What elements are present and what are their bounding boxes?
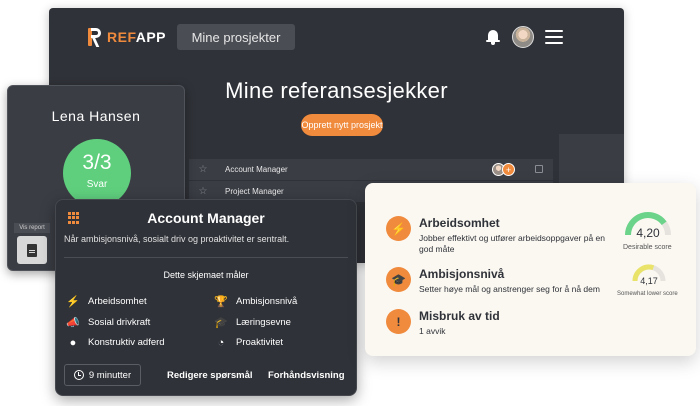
clock-icon: ◔ <box>217 336 225 349</box>
trait-label: Arbeidsomhet <box>88 296 147 307</box>
project-name[interactable]: Project Manager <box>225 187 284 196</box>
edit-questions-button[interactable]: Redigere spørsmål <box>167 370 253 381</box>
gauge-label: Desirable score <box>623 244 672 251</box>
result-item: ! Misbruk av tid 1 avvik <box>386 309 500 337</box>
result-title: Arbeidsomhet <box>419 216 500 230</box>
logo-mark-icon <box>86 27 103 47</box>
project-row[interactable]: ☆ Account Manager + <box>189 159 553 180</box>
result-title: Ambisjonsnivå <box>419 267 505 281</box>
project-name[interactable]: Account Manager <box>225 165 288 174</box>
trait-item: ● Konstruktiv adferd <box>66 336 165 349</box>
view-report-label: Vis report <box>14 223 50 233</box>
trait-item: ⚡ Arbeidsomhet <box>66 295 147 308</box>
preview-button[interactable]: Forhåndsvisning <box>268 370 345 381</box>
lightning-icon: ⚡ <box>386 216 411 241</box>
result-description: 1 avvik <box>419 326 446 336</box>
star-icon[interactable]: ☆ <box>189 186 217 197</box>
clock-icon <box>73 370 84 380</box>
user-avatar[interactable] <box>512 26 534 48</box>
result-item: ⚡ Arbeidsomhet Jobber effektivt og utfør… <box>386 216 619 255</box>
bell-icon[interactable] <box>486 29 500 45</box>
view-report-button[interactable] <box>17 236 47 264</box>
lightning-icon: ⚡ <box>66 296 80 308</box>
exclamation-icon: ! <box>386 309 411 334</box>
role-card: Account Manager Når ambisjonsnivå, sosia… <box>55 199 357 396</box>
graduation-cap-icon: 🎓 <box>214 317 228 329</box>
trait-item: ◔ Proaktivitet <box>214 336 283 349</box>
duration-badge: 9 minutter <box>64 364 141 386</box>
add-member-icon[interactable]: + <box>502 163 515 176</box>
divider <box>64 257 348 258</box>
duration-label: 9 minutter <box>88 369 132 381</box>
stage: REFAPP Mine prosjekter Mine referansesje… <box>0 0 700 406</box>
logo-text: REFAPP <box>107 29 167 45</box>
result-description: Jobber effektivt og utfører arbeidsoppga… <box>419 233 606 254</box>
answers-score: 3/3 <box>82 151 112 174</box>
trait-label: Læringsevne <box>236 317 291 328</box>
gauge-value: 4,20 <box>636 226 660 240</box>
measures-heading: Dette skjemaet måler <box>163 270 249 280</box>
result-title: Misbruk av tid <box>419 309 500 323</box>
answers-badge: 3/3 Svar <box>63 139 131 207</box>
row-options-icon[interactable] <box>535 165 543 173</box>
answers-label: Svar <box>86 179 108 190</box>
role-title: Account Manager <box>147 210 265 226</box>
score-gauge: 4,20 Desirable score <box>623 208 673 258</box>
trait-label: Proaktivitet <box>236 337 283 348</box>
role-subtitle: Når ambisjonsnivå, sosialt driv og proak… <box>64 234 290 244</box>
trophy-icon: 🏆 <box>214 296 228 308</box>
top-bar: REFAPP Mine prosjekter <box>49 8 624 66</box>
result-item: 🎓 Ambisjonsnivå Setter høye mål og anstr… <box>386 267 600 295</box>
trait-item: 🎓 Læringsevne <box>214 316 291 329</box>
refapp-logo[interactable]: REFAPP <box>86 27 166 47</box>
trait-label: Konstruktiv adferd <box>88 337 165 348</box>
document-icon <box>27 244 37 257</box>
hamburger-menu-icon[interactable] <box>545 30 563 44</box>
nav-my-projects[interactable]: Mine prosjekter <box>177 24 295 50</box>
gauge-label: Somewhat lower score <box>617 291 678 297</box>
candidate-name: Lena Hansen <box>51 108 141 124</box>
results-card: ⚡ Arbeidsomhet Jobber effektivt og utfør… <box>365 183 696 356</box>
trait-label: Sosial drivkraft <box>88 317 151 328</box>
trait-label: Ambisjonsnivå <box>236 296 298 307</box>
graduation-cap-icon: 🎓 <box>386 267 411 292</box>
megaphone-icon: 📣 <box>66 317 80 329</box>
gauge-value: 4,17 <box>640 276 658 286</box>
project-members: + <box>492 163 515 176</box>
trait-item: 🏆 Ambisjonsnivå <box>214 295 297 308</box>
result-description: Setter høye mål og anstrenger seg for å … <box>419 284 600 294</box>
lightbulb-icon: ● <box>69 336 77 349</box>
star-icon[interactable]: ☆ <box>189 164 217 175</box>
create-project-button[interactable]: Opprett nytt prosjekt <box>301 114 383 136</box>
score-gauge: 4,17 Somewhat lower score <box>617 261 678 301</box>
trait-item: 📣 Sosial drivkraft <box>66 316 150 329</box>
